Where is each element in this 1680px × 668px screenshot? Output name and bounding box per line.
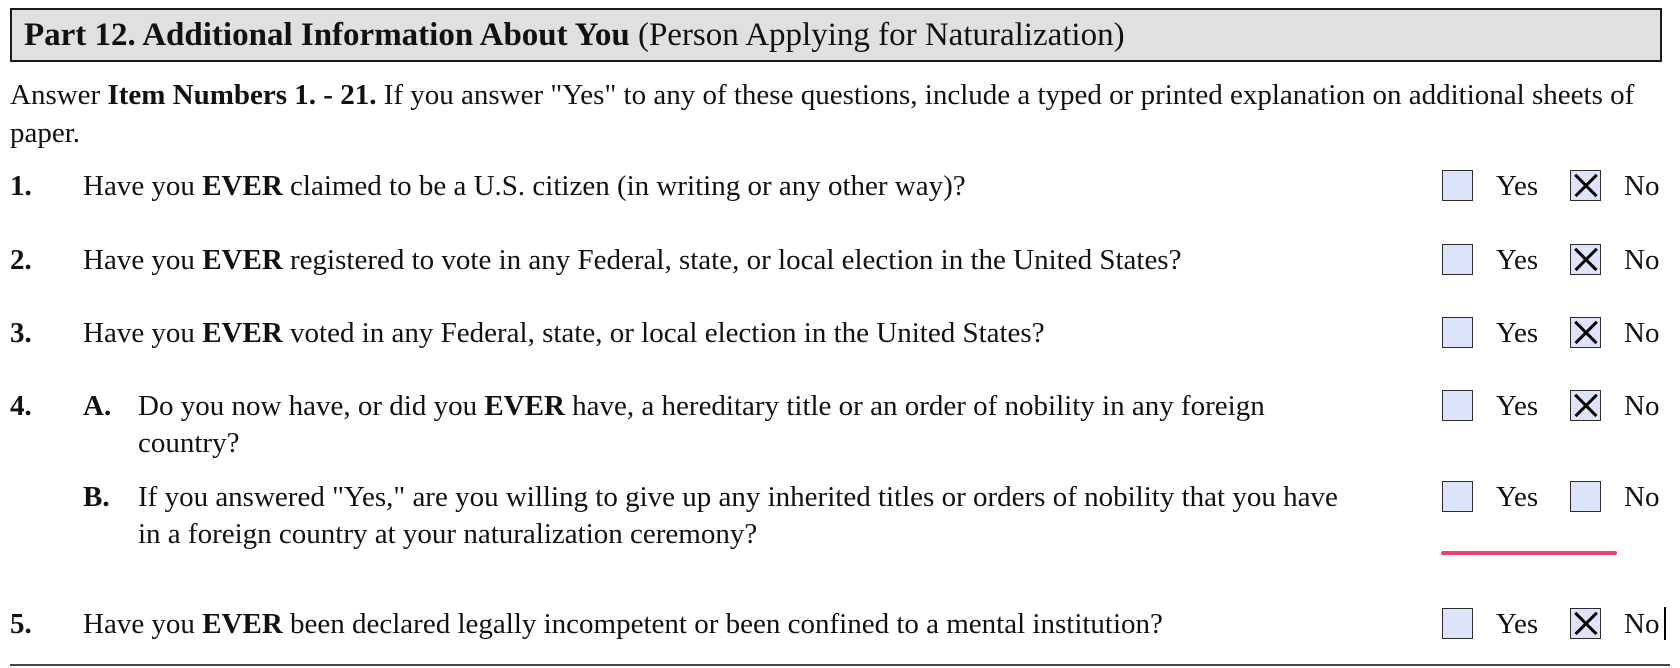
answer-group: Yes No	[1442, 606, 1672, 643]
part-header: Part 12. Additional Information About Yo…	[10, 8, 1662, 62]
no-checkbox[interactable]	[1570, 244, 1601, 275]
answer-group: Yes No	[1442, 388, 1672, 425]
no-label: No	[1624, 317, 1660, 349]
sub-question-letter: A.	[83, 390, 112, 422]
answer-group: Yes No	[1442, 479, 1672, 516]
question-number: 2.	[10, 244, 32, 276]
instructions-item-range: Item Numbers 1. - 21.	[107, 79, 377, 111]
question-number: 1.	[10, 170, 32, 202]
yes-label: Yes	[1496, 244, 1539, 276]
instructions-prefix: Answer	[10, 79, 108, 111]
no-checkbox[interactable]	[1570, 170, 1601, 201]
no-checkbox[interactable]	[1570, 481, 1601, 512]
no-checkbox[interactable]	[1570, 608, 1601, 639]
answer-group: Yes No	[1442, 168, 1672, 205]
answer-group: Yes No	[1442, 242, 1672, 279]
naturalization-form-part-12: Part 12. Additional Information About Yo…	[0, 0, 1680, 668]
no-checkbox[interactable]	[1570, 390, 1601, 421]
question-text: If you answered "Yes," are you willing t…	[138, 481, 1338, 550]
yes-checkbox[interactable]	[1442, 244, 1473, 275]
question-number: 4.	[10, 390, 32, 422]
question-text: Have you EVER claimed to be a U.S. citiz…	[83, 170, 966, 202]
yes-label: Yes	[1496, 608, 1539, 640]
question-text: Have you EVER registered to vote in any …	[83, 244, 1182, 276]
bottom-divider	[10, 664, 1670, 666]
no-label: No	[1624, 244, 1660, 276]
part-title: Part 12. Additional Information About Yo…	[24, 16, 630, 53]
part-subtitle: (Person Applying for Naturalization)	[637, 16, 1125, 53]
yes-checkbox[interactable]	[1442, 170, 1473, 201]
instructions: Answer Item Numbers 1. - 21. If you answ…	[10, 76, 1650, 152]
question-text: Have you EVER been declared legally inco…	[83, 608, 1163, 640]
question-number: 5.	[10, 608, 32, 640]
yes-checkbox[interactable]	[1442, 317, 1473, 348]
no-label: No	[1624, 608, 1660, 640]
yes-label: Yes	[1496, 170, 1539, 202]
yes-label: Yes	[1496, 390, 1539, 422]
yes-checkbox[interactable]	[1442, 608, 1473, 639]
yes-label: Yes	[1496, 481, 1539, 513]
yes-checkbox[interactable]	[1442, 481, 1473, 512]
no-label: No	[1624, 481, 1660, 513]
yes-checkbox[interactable]	[1442, 390, 1473, 421]
yes-label: Yes	[1496, 317, 1539, 349]
sub-question-letter: B.	[83, 481, 110, 513]
no-label: No	[1624, 390, 1660, 422]
no-label: No	[1624, 170, 1660, 202]
question-number: 3.	[10, 317, 32, 349]
no-checkbox[interactable]	[1570, 317, 1601, 348]
question-text: Do you now have, or did you EVER have, a…	[138, 390, 1265, 459]
highlight-underline	[1441, 551, 1617, 555]
answer-group: Yes No	[1442, 315, 1672, 352]
text-cursor	[1664, 607, 1666, 640]
question-text: Have you EVER voted in any Federal, stat…	[83, 317, 1045, 349]
